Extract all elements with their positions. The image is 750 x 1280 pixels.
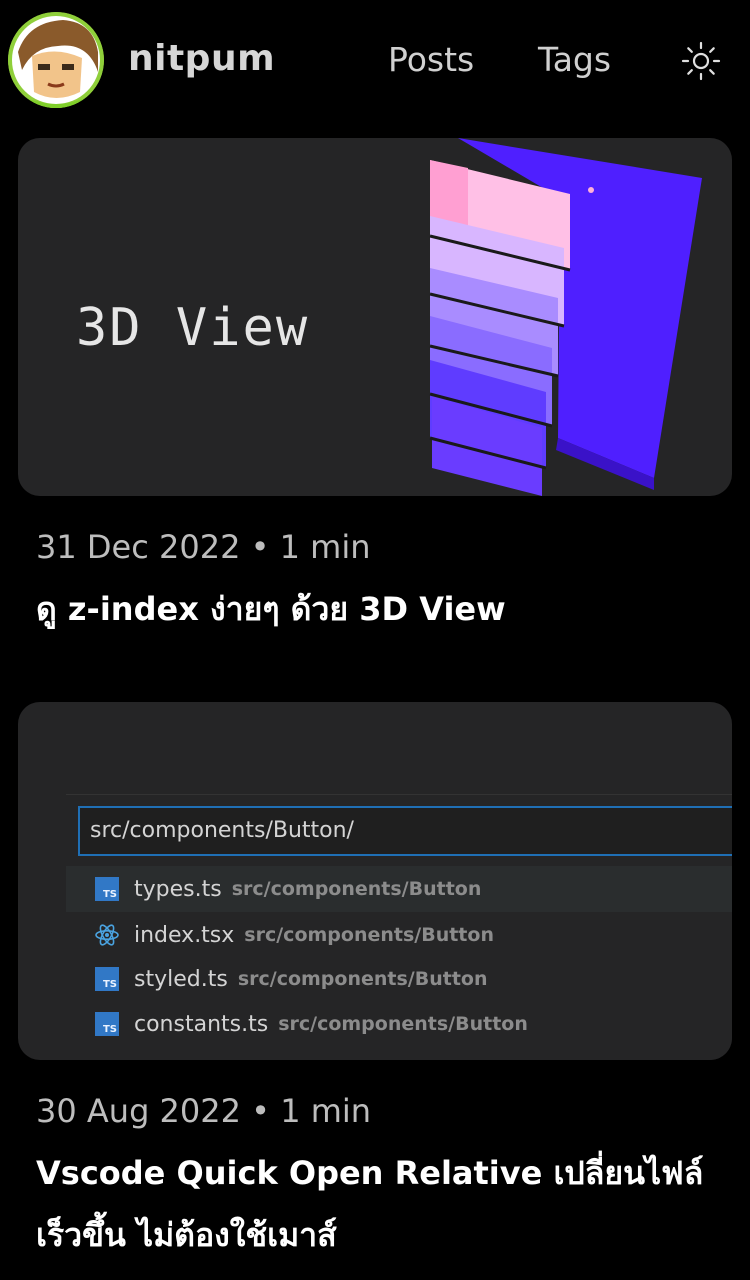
quick-open-result: index.tsx src/components/Button xyxy=(66,912,732,958)
post-read-time: 1 min xyxy=(279,528,371,566)
ts-badge-label: TS xyxy=(95,967,119,991)
post-title[interactable]: ดู z-index ง่ายๆ ด้วย 3D View xyxy=(36,578,726,640)
typescript-icon: TS xyxy=(94,966,120,992)
result-path: src/components/Button xyxy=(237,968,488,990)
post-meta: 31 Dec 2022 • 1 min xyxy=(36,528,371,566)
quick-open-input: src/components/Button/ xyxy=(78,806,732,856)
site-brand[interactable]: nitpum xyxy=(128,38,275,79)
post-title[interactable]: Vscode Quick Open Relative เปลี่ยนไฟล์เร… xyxy=(36,1142,726,1266)
avatar[interactable] xyxy=(8,12,104,108)
post-date: 30 Aug 2022 xyxy=(36,1092,241,1130)
quick-open-result: TS styled.ts src/components/Button xyxy=(66,956,732,1002)
react-icon xyxy=(94,922,120,948)
meta-separator: • xyxy=(251,1092,271,1130)
avatar-illustration xyxy=(8,12,104,108)
typescript-icon: TS xyxy=(94,1011,120,1037)
result-filename: constants.ts xyxy=(134,1011,269,1037)
meta-separator: • xyxy=(250,528,270,566)
quick-open-result: TS constants.ts src/components/Button xyxy=(66,1001,732,1047)
post-card[interactable]: src/components/Button/ TS types.ts src/c… xyxy=(18,702,732,1130)
nav-tags[interactable]: Tags xyxy=(538,40,611,79)
sun-icon xyxy=(681,41,721,81)
post-card[interactable]: 3D View 31 Dec 2022 • 1 min xyxy=(18,138,732,566)
3d-layers-illustration xyxy=(429,138,702,496)
result-path: src/components/Button xyxy=(278,1013,528,1035)
post-thumbnail[interactable]: src/components/Button/ TS types.ts src/c… xyxy=(18,702,732,1060)
post-thumbnail[interactable]: 3D View xyxy=(18,138,732,496)
post-meta: 30 Aug 2022 • 1 min xyxy=(36,1092,371,1130)
quick-open-result: TS types.ts src/components/Button xyxy=(66,866,732,912)
typescript-icon: TS xyxy=(94,876,120,902)
result-filename: index.tsx xyxy=(134,922,235,948)
nav-posts[interactable]: Posts xyxy=(388,40,474,79)
ts-badge-label: TS xyxy=(95,1012,119,1036)
theme-toggle-button[interactable] xyxy=(680,40,722,82)
post-date: 31 Dec 2022 xyxy=(36,528,241,566)
result-filename: types.ts xyxy=(134,876,222,902)
result-filename: styled.ts xyxy=(134,966,228,992)
result-path: src/components/Button xyxy=(244,924,494,946)
ts-badge-label: TS xyxy=(95,877,119,901)
result-path: src/components/Button xyxy=(231,878,482,900)
site-header: nitpum Posts Tags xyxy=(0,0,750,125)
post-read-time: 1 min xyxy=(280,1092,372,1130)
